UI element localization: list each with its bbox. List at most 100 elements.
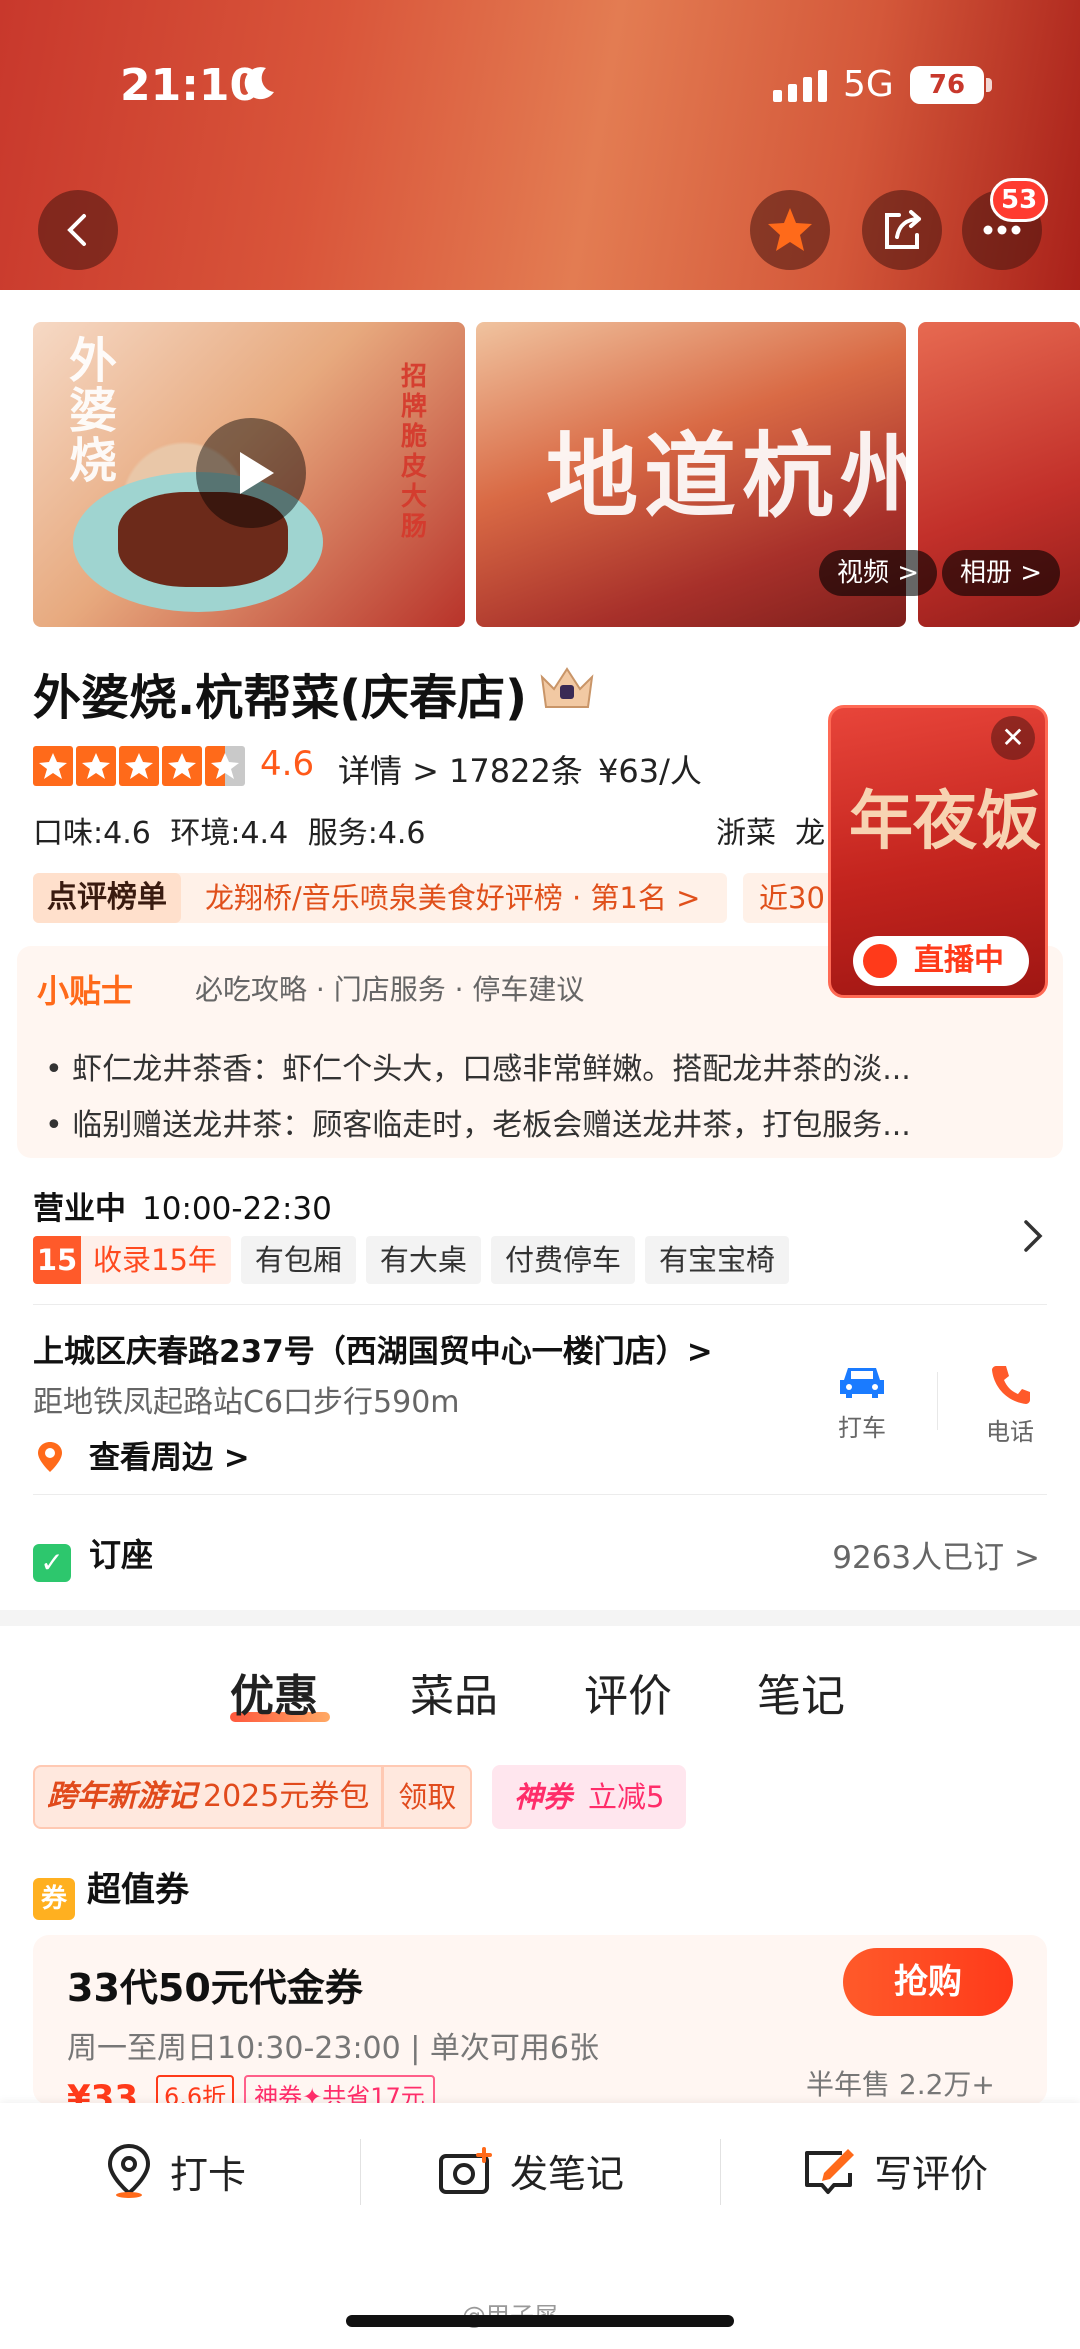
voucher-price: ¥33 (67, 2078, 138, 2105)
cuisine-label: 浙菜 龙 (716, 808, 825, 852)
years-tag: 15 收录15年 (33, 1236, 231, 1284)
checkin-label: 打卡 (170, 2152, 247, 2197)
divider (360, 2139, 361, 2205)
divider (937, 1372, 938, 1430)
taxi-button[interactable]: 打车 (812, 1362, 912, 1443)
photo-calligraphy-text: 外婆烧 (69, 333, 118, 489)
booking-count[interactable]: 9263人已订 > (832, 1532, 1040, 1577)
video-play-button[interactable] (196, 418, 306, 528)
opening-hours[interactable]: 营业中 10:00-22:30 (33, 1183, 332, 1228)
tab-dishes[interactable]: 菜品 (410, 1660, 498, 1724)
cuisine-text-clipped: 龙 (795, 816, 826, 851)
live-badge-text: 直播中 (914, 943, 1004, 978)
super-coupon-title: 神券 (514, 1780, 573, 1814)
divider (33, 1494, 1047, 1495)
share-button[interactable] (862, 190, 942, 270)
promo-super-coupon[interactable]: 神券 立减5 (492, 1765, 687, 1829)
phone-button[interactable]: 电话 (960, 1362, 1060, 1447)
tab-reviews[interactable]: 评价 (584, 1660, 672, 1724)
star-icon (76, 746, 116, 786)
section-separator (0, 1610, 1080, 1626)
claim-button[interactable]: 领取 (383, 1765, 473, 1829)
close-icon[interactable]: ✕ (991, 716, 1035, 760)
checkin-button[interactable]: 打卡 (104, 2143, 246, 2199)
star-icon (768, 208, 812, 251)
car-icon (840, 1368, 884, 1398)
years-text: 收录15年 (93, 1243, 217, 1277)
chevron-left-icon (67, 214, 86, 246)
tab-offers[interactable]: 优惠 (230, 1660, 318, 1724)
moon-icon (244, 67, 274, 100)
chevron-right-icon[interactable] (1020, 1218, 1046, 1254)
rating-score: 4.6 (260, 744, 315, 784)
voucher-discount: 6.6折 (155, 2075, 235, 2105)
tip-line: • 临别赠送龙井茶：顾客临走时，老板会赠送龙井茶，打包服务... (45, 1108, 911, 1143)
feature-tag: 付费停车 (490, 1236, 635, 1284)
star-icon (33, 746, 73, 786)
voucher-price-row: ¥33 6.6折 神券✦共省17元 (67, 2075, 435, 2105)
promo-pack-text: 跨年新游记 2025元券包 (33, 1765, 384, 1829)
voucher-save: 神券✦共省17元 (244, 2075, 435, 2105)
metro-distance: 距地铁凤起路站C6口步行590m (33, 1385, 460, 1420)
address-link[interactable]: 上城区庆春路237号（西湖国贸中心一楼门店）> (33, 1326, 713, 1371)
location-pin-icon (107, 2143, 151, 2198)
home-indicator[interactable] (346, 2315, 734, 2327)
status-bar: 21:10 5G 76 (0, 60, 1080, 120)
crown-icon (540, 667, 594, 708)
photo2-calligraphy-text: 地道杭州味 (546, 422, 906, 530)
favorite-button[interactable] (750, 190, 830, 270)
tips-logo: 小贴士 (37, 972, 134, 1010)
feature-tag: 有大桌 (365, 1236, 481, 1284)
phone-label: 电话 (986, 1418, 1034, 1446)
back-button[interactable] (38, 190, 118, 270)
camera-icon (439, 2146, 492, 2194)
signal-icon (773, 70, 827, 102)
post-note-label: 发笔记 (510, 2152, 625, 2196)
phone-icon (992, 1366, 1030, 1404)
nearby-link[interactable]: 查看周边 > (33, 1432, 250, 1477)
sold-count: 半年售 2.2万+ (806, 2068, 995, 2101)
write-review-label: 写评价 (874, 2152, 989, 2196)
promo-pack-value: 2025元券包 (203, 1779, 370, 1814)
review-count[interactable]: 17822条 (449, 746, 583, 792)
years-number: 15 (33, 1236, 81, 1284)
share-icon (885, 210, 921, 249)
voucher-section-title: 券超值券 (33, 1862, 189, 1920)
live-stream-card[interactable]: 年夜饭 ✕ 直播中 (828, 705, 1048, 998)
rating-stars (33, 746, 245, 786)
ranking-text: 龙翔桥/音乐喷泉美食好评榜 · 第1名 > (205, 881, 701, 915)
sub-scores: 口味:4.6 环境:4.4 服务:4.6 (33, 816, 426, 851)
open-time: 10:00-22:30 (142, 1191, 332, 1227)
battery-level: 76 (910, 66, 984, 104)
ranking-banner[interactable]: 点评榜单 龙翔桥/音乐喷泉美食好评榜 · 第1名 > (33, 873, 727, 923)
voucher-desc: 周一至周日10:30-23:00 | 单次可用6张 (67, 2031, 600, 2066)
promo-coupon-pack[interactable]: 跨年新游记 2025元券包 领取 (33, 1765, 473, 1829)
detail-link[interactable]: 详情 > (338, 746, 439, 792)
notification-badge: 53 (990, 178, 1049, 222)
live-card-text: 年夜饭 (849, 784, 1041, 859)
post-note-button[interactable]: 发笔记 (438, 2143, 624, 2198)
taxi-label: 打车 (838, 1414, 886, 1442)
voucher-title: 33代50元代金券 (67, 1966, 363, 2010)
buy-button[interactable]: 抢购 (843, 1948, 1013, 2016)
tab-notes[interactable]: 笔记 (757, 1660, 845, 1724)
star-icon (119, 746, 159, 786)
booking-entry[interactable]: ✓ 订座 (33, 1530, 153, 1582)
check-icon: ✓ (33, 1544, 71, 1582)
divider (720, 2139, 721, 2205)
feature-tags: 15 收录15年 有包厢 有大桌 付费停车 有宝宝椅 (33, 1236, 789, 1284)
play-icon (240, 452, 274, 494)
avg-price: ¥63/人 (598, 752, 702, 790)
star-icon (162, 746, 202, 786)
video-tab-button[interactable]: 视频 > (819, 550, 938, 596)
feature-tag: 有包厢 (240, 1236, 356, 1284)
feature-tag: 有宝宝椅 (644, 1236, 789, 1284)
battery-tip (986, 78, 992, 92)
more-dots-icon (983, 225, 1021, 235)
nearby-text: 查看周边 > (89, 1440, 250, 1476)
content-tabs: 优惠 菜品 评价 笔记 (0, 1660, 1080, 1730)
album-tab-button[interactable]: 相册 > (942, 550, 1061, 596)
write-review-button[interactable]: 写评价 (802, 2143, 988, 2198)
coupon-icon: 券 (33, 1878, 75, 1920)
tips-subtitle: 必吃攻略 · 门店服务 · 停车建议 (195, 973, 585, 1006)
